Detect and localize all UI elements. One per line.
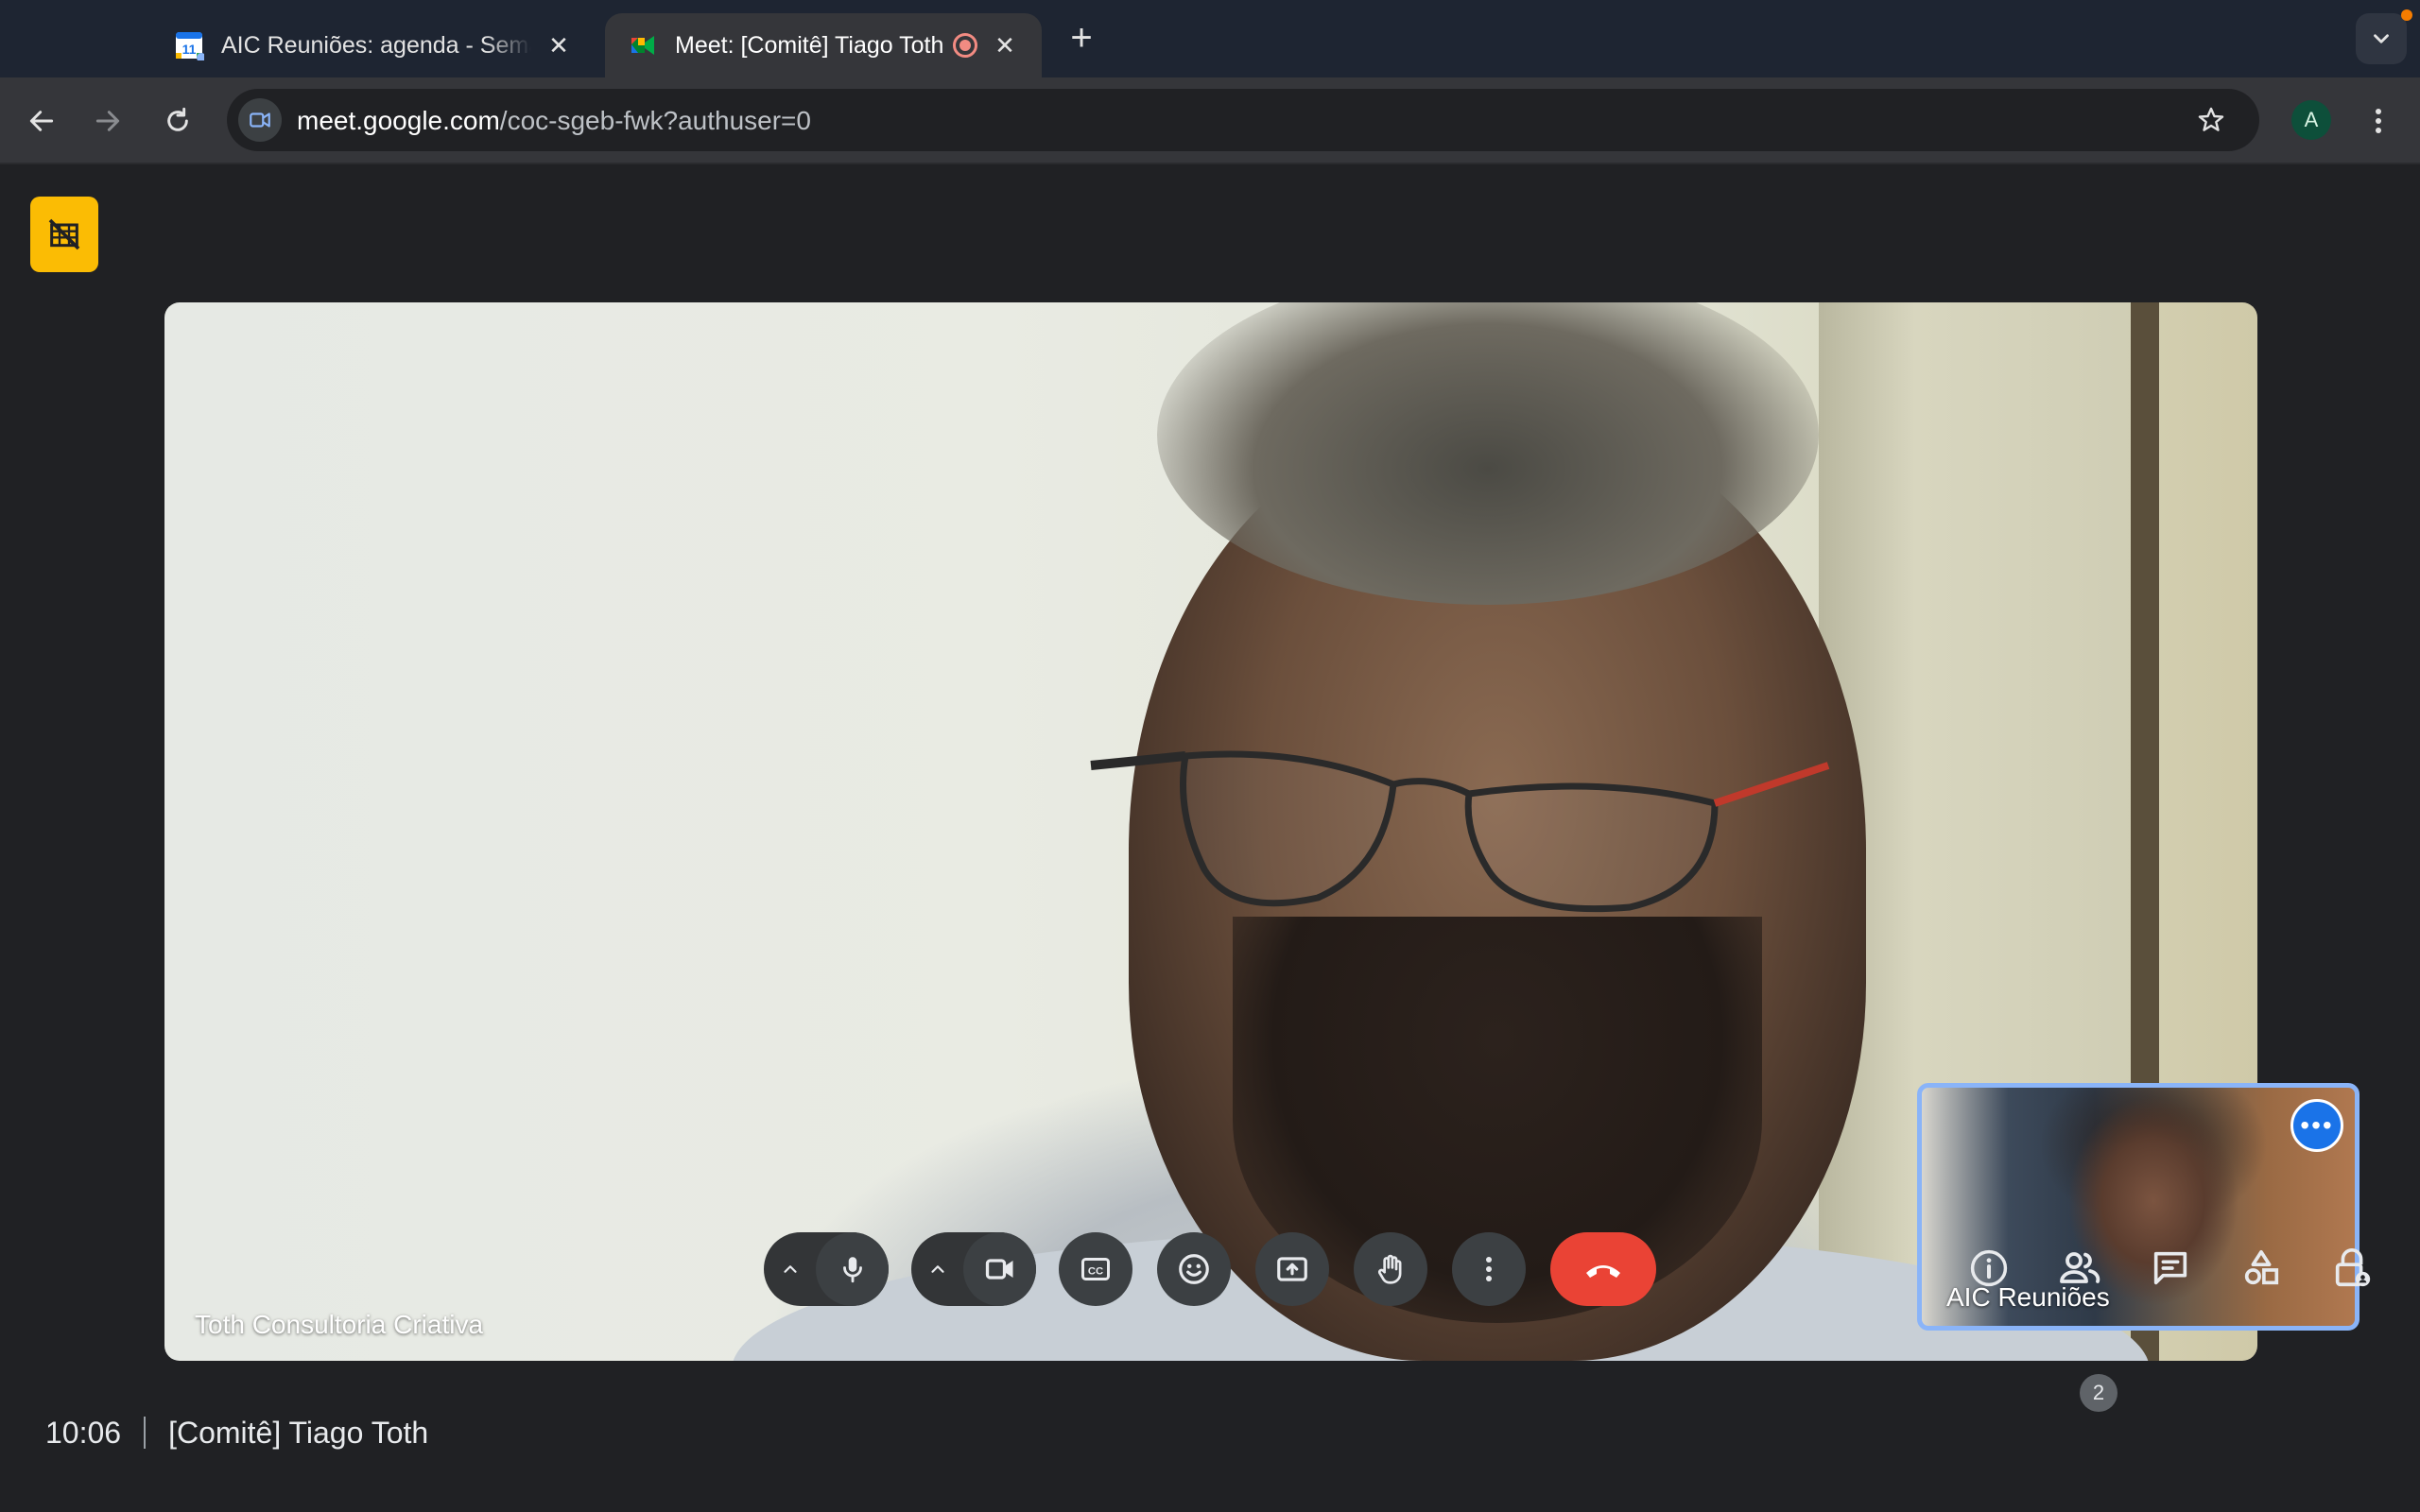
tab-title: AIC Reuniões: agenda - Semana <box>221 31 531 59</box>
url-path: /coc-sgeb-fwk?authuser=0 <box>499 106 811 135</box>
recording-indicator-icon <box>953 33 977 58</box>
video-settings-button[interactable] <box>911 1232 963 1306</box>
leave-call-button[interactable] <box>1550 1232 1656 1306</box>
reactions-button[interactable] <box>1157 1232 1231 1306</box>
present-screen-button[interactable] <box>1255 1232 1329 1306</box>
divider <box>144 1417 147 1449</box>
raise-hand-button[interactable] <box>1354 1232 1427 1306</box>
captions-button[interactable]: CC <box>1059 1232 1132 1306</box>
closed-captions-icon: CC <box>1081 1258 1110 1280</box>
reload-icon <box>167 107 188 131</box>
notification-dot <box>2401 9 2412 21</box>
activities-button[interactable] <box>2231 1238 2291 1298</box>
meet-stage: Toth Consultoria Criativa ••• AIC Reuniõ… <box>0 166 2420 1512</box>
google-meet-icon <box>628 30 658 60</box>
video-camera-icon <box>250 112 270 128</box>
profile-avatar[interactable]: A <box>2291 100 2331 140</box>
tab-meet[interactable]: Meet: [Comitê] Tiago Toth ✕ <box>605 13 1042 77</box>
video-camera-icon <box>985 1259 1013 1280</box>
meeting-title: [Comitê] Tiago Toth <box>168 1415 429 1450</box>
svg-text:CC: CC <box>1088 1265 1103 1277</box>
tab-title: Meet: [Comitê] Tiago Toth <box>675 31 943 59</box>
info-icon <box>1970 1249 2008 1287</box>
new-tab-button[interactable]: + <box>1063 17 1100 59</box>
browser-menu-button[interactable] <box>2360 96 2397 146</box>
main-participant-name: Toth Consultoria Criativa <box>195 1310 484 1339</box>
camera-control-group <box>911 1232 1036 1306</box>
address-bar[interactable]: meet.google.com/coc-sgeb-fwk?authuser=0 <box>227 89 2259 151</box>
microphone-icon <box>842 1257 862 1283</box>
self-tile-more-options-button[interactable]: ••• <box>2290 1099 2343 1152</box>
chevron-up-icon <box>783 1265 797 1273</box>
forward-button[interactable] <box>83 96 132 146</box>
no-video-grid-icon <box>48 218 80 250</box>
tab-calendar[interactable]: 11 AIC Reuniões: agenda - Semana ✕ <box>151 13 596 77</box>
participant-glasses <box>1090 750 1830 913</box>
microphone-button[interactable] <box>816 1232 889 1306</box>
activities-shapes-icon <box>2244 1249 2279 1285</box>
people-icon <box>2060 1252 2100 1283</box>
host-controls-button[interactable] <box>2322 1238 2382 1298</box>
people-count-badge: 2 <box>2080 1374 2118 1412</box>
reload-button[interactable] <box>153 96 202 146</box>
tab-strip: 11 AIC Reuniões: agenda - Semana ✕ Meet:… <box>0 0 2420 77</box>
calendar-day-number: 11 <box>182 42 197 57</box>
camera-button[interactable] <box>963 1232 1036 1306</box>
people-button[interactable] <box>2049 1238 2110 1298</box>
url-text: meet.google.com/coc-sgeb-fwk?authuser=0 <box>297 106 811 136</box>
google-calendar-icon: 11 <box>174 30 206 62</box>
host-controls-lock-icon <box>2335 1248 2371 1287</box>
chevron-down-icon <box>2374 34 2389 43</box>
microphone-control-group <box>764 1232 889 1306</box>
close-tab-icon[interactable]: ✕ <box>991 31 1019 60</box>
emoji-icon <box>1179 1254 1209 1284</box>
arrow-right-icon <box>95 111 120 131</box>
more-options-button[interactable] <box>1452 1232 1526 1306</box>
present-screen-icon <box>1277 1257 1307 1281</box>
bookmark-star-icon[interactable] <box>2191 100 2231 140</box>
tab-search-button[interactable] <box>2356 13 2407 64</box>
chat-button[interactable] <box>2140 1238 2201 1298</box>
more-vert-icon <box>1486 1257 1492 1281</box>
browser-toolbar: meet.google.com/coc-sgeb-fwk?authuser=0 … <box>0 77 2420 164</box>
raise-hand-icon <box>1377 1254 1402 1284</box>
arrow-left-icon <box>29 111 54 131</box>
chevron-up-icon <box>930 1265 944 1273</box>
end-call-icon <box>1586 1265 1620 1278</box>
audio-settings-button[interactable] <box>764 1232 816 1306</box>
url-host: meet.google.com <box>297 106 500 135</box>
close-tab-icon[interactable]: ✕ <box>544 31 573 60</box>
meeting-details-button[interactable] <box>1959 1238 2019 1298</box>
site-info-button[interactable] <box>238 98 282 142</box>
more-vert-icon <box>2376 109 2381 133</box>
chat-icon <box>2153 1251 2187 1285</box>
meeting-details: 10:06 [Comitê] Tiago Toth <box>45 1414 428 1452</box>
back-button[interactable] <box>17 96 66 146</box>
not-recording-captions-badge[interactable] <box>30 197 98 272</box>
meeting-clock: 10:06 <box>45 1415 122 1450</box>
